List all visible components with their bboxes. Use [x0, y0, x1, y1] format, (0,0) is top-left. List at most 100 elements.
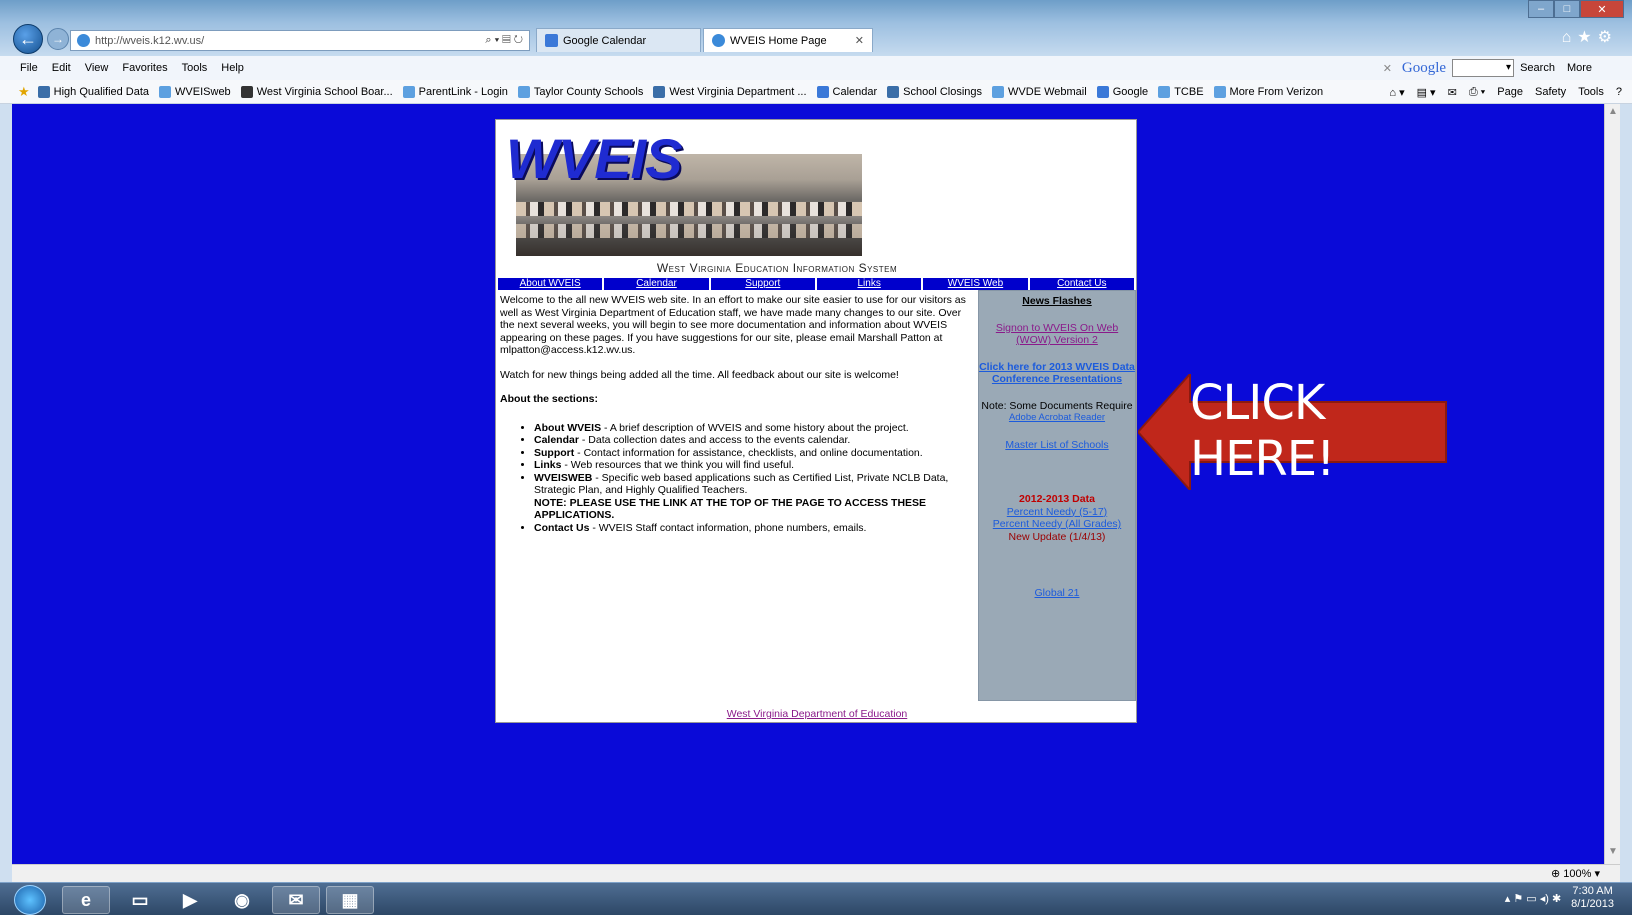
chrome-taskbar-icon[interactable]: ◉ — [218, 886, 266, 914]
start-button[interactable] — [14, 885, 46, 915]
menu-edit[interactable]: Edit — [52, 62, 71, 74]
system-tray: ▴ ⚑ ▭ ◂) ✱ 7:30 AM 8/1/2013 — [1505, 885, 1614, 911]
section-desc: - Data collection dates and access to th… — [578, 434, 851, 446]
home-menu-icon[interactable]: ⌂ ▾ — [1389, 86, 1404, 99]
fav-item[interactable]: More From Verizon — [1213, 85, 1323, 98]
address-tools-icon[interactable]: ⌕ ▾ ▤ ↻ — [485, 34, 523, 47]
photo-row — [516, 202, 862, 216]
zoom-level[interactable]: ⊕ 100% ▾ — [1551, 867, 1600, 880]
section-desc: - Web resources that we think you will f… — [561, 459, 795, 471]
fav-label: West Virginia School Boar... — [256, 85, 393, 98]
fav-item[interactable]: WVEISweb — [159, 85, 231, 98]
nav-links[interactable]: Links — [817, 278, 924, 290]
clock-time: 7:30 AM — [1572, 885, 1613, 897]
clock[interactable]: 7:30 AM 8/1/2013 — [1571, 885, 1614, 911]
fav-item[interactable]: ParentLink - Login — [402, 85, 508, 98]
signon-wow-link[interactable]: Signon to WVEIS On Web (WOW) Version 2 — [979, 322, 1135, 347]
google-toolbar: ✕ Google Search More — [1383, 56, 1632, 80]
tab-wveis-home[interactable]: WVEIS Home Page ✕ — [703, 28, 873, 52]
wveis-page: WVEIS West Virginia Education Informatio… — [495, 119, 1137, 723]
nav-support[interactable]: Support — [711, 278, 817, 290]
maximize-button[interactable]: □ — [1554, 0, 1580, 18]
fav-icon — [402, 85, 415, 98]
main-content: Welcome to the all new WVEIS web site. I… — [500, 294, 976, 534]
fav-item[interactable]: School Closings — [887, 85, 983, 98]
menu-help[interactable]: Help — [221, 62, 244, 74]
window-controls: – □ ✕ — [1528, 0, 1624, 18]
link-line: Signon to WVEIS On Web — [995, 321, 1119, 334]
section-desc: - Specific web based applications such a… — [534, 471, 949, 497]
list-item: Support - Contact information for assist… — [534, 447, 976, 460]
fav-icon — [240, 85, 253, 98]
watch-text: Watch for new things being added all the… — [500, 368, 899, 381]
scroll-down-icon[interactable]: ▼ — [1605, 846, 1621, 862]
nav-contact-us[interactable]: Contact Us — [1030, 278, 1134, 290]
fav-item[interactable]: Google — [1096, 85, 1149, 98]
conference-presentations-link[interactable]: Click here for 2013 WVEIS Data Conference… — [979, 361, 1135, 386]
taskbar: e ▭ ▶ ◉ ✉ ▦ ▴ ⚑ ▭ ◂) ✱ 7:30 AM 8/1/2013 — [0, 882, 1632, 915]
page-menu[interactable]: Page — [1497, 86, 1523, 98]
safety-menu[interactable]: Safety — [1535, 86, 1566, 98]
home-favorites-settings-icons[interactable]: ⌂★⚙ — [1562, 27, 1618, 47]
close-toolbar-icon[interactable]: ✕ — [1383, 62, 1392, 75]
fav-icon — [816, 85, 829, 98]
menu-favorites[interactable]: Favorites — [122, 62, 167, 74]
fav-icon — [887, 85, 900, 98]
nav-calendar[interactable]: Calendar — [604, 278, 711, 290]
ie-page-icon — [77, 34, 90, 47]
list-item: Links - Web resources that we think you … — [534, 459, 976, 472]
menu-tools[interactable]: Tools — [182, 62, 208, 74]
tab-google-calendar[interactable]: Google Calendar — [536, 28, 701, 52]
section-term: Contact Us — [534, 521, 590, 534]
close-window-button[interactable]: ✕ — [1580, 0, 1624, 18]
forward-button[interactable]: → — [47, 28, 69, 50]
nav-wveis-web[interactable]: WVEIS Web — [923, 278, 1030, 290]
calendar-favicon-icon — [545, 34, 558, 47]
print-icon[interactable]: ⎙ ▾ — [1469, 86, 1485, 99]
google-search-input[interactable] — [1452, 59, 1515, 77]
media-player-taskbar-icon[interactable]: ▶ — [166, 886, 214, 914]
fav-item[interactable]: Calendar — [816, 85, 877, 98]
list-item: Contact Us - WVEIS Staff contact informa… — [534, 522, 976, 535]
fav-item[interactable]: West Virginia Department ... — [653, 85, 807, 98]
fav-item[interactable]: West Virginia School Boar... — [240, 85, 393, 98]
global-21-link[interactable]: Global 21 — [979, 587, 1135, 600]
help-icon[interactable]: ? — [1616, 86, 1622, 98]
zoom-value: 100% — [1563, 868, 1592, 880]
fav-item[interactable]: High Qualified Data — [37, 85, 149, 98]
minimize-button[interactable]: – — [1528, 0, 1554, 18]
fav-label: TCBE — [1174, 85, 1204, 98]
command-bar: ⌂ ▾ ▤ ▾ ✉ ⎙ ▾ Page Safety Tools ? — [1377, 80, 1622, 104]
tools-menu[interactable]: Tools — [1578, 86, 1604, 98]
explorer-taskbar-icon[interactable]: ▭ — [116, 886, 164, 914]
wvde-footer-link[interactable]: West Virginia Department of Education — [496, 708, 1138, 720]
favorites-star-icon[interactable]: ★ — [18, 84, 30, 100]
app-taskbar-icon[interactable]: ▦ — [326, 886, 374, 914]
back-button[interactable]: ← — [13, 24, 43, 54]
link-line: (WOW) Version 2 — [1016, 334, 1098, 346]
ie-taskbar-icon[interactable]: e — [62, 886, 110, 914]
section-desc: - Contact information for assistance, ch… — [574, 446, 923, 459]
master-list-link[interactable]: Master List of Schools — [979, 439, 1135, 452]
fav-label: Google — [1112, 85, 1149, 98]
scroll-up-icon[interactable]: ▲ — [1605, 106, 1621, 122]
address-bar[interactable]: http://wveis.k12.wv.us/ ⌕ ▾ ▤ ↻ — [70, 30, 530, 51]
tray-icons[interactable]: ▴ ⚑ ▭ ◂) ✱ — [1505, 892, 1561, 905]
feeds-icon[interactable]: ▤ ▾ — [1417, 86, 1436, 99]
fav-label: School Closings — [903, 85, 983, 98]
mail-icon[interactable]: ✉ — [1448, 86, 1457, 99]
vertical-scrollbar[interactable]: ▲ ▼ — [1604, 104, 1620, 864]
fav-item[interactable]: TCBE — [1158, 85, 1204, 98]
google-more-button[interactable]: More — [1567, 62, 1592, 74]
outlook-taskbar-icon[interactable]: ✉ — [272, 886, 320, 914]
nav-about-wveis[interactable]: About WVEIS — [498, 278, 605, 290]
percent-needy-5-17-link[interactable]: Percent Needy (5-17) — [979, 506, 1135, 519]
menu-view[interactable]: View — [85, 62, 109, 74]
acrobat-reader-link[interactable]: Adobe Acrobat Reader — [979, 412, 1135, 425]
tab-close-icon[interactable]: ✕ — [855, 34, 864, 47]
menu-file[interactable]: File — [20, 62, 38, 74]
percent-needy-all-link[interactable]: Percent Needy (All Grades) — [979, 518, 1135, 531]
fav-item[interactable]: Taylor County Schools — [517, 85, 643, 98]
google-search-button[interactable]: Search — [1520, 62, 1555, 74]
fav-item[interactable]: WVDE Webmail — [992, 85, 1087, 98]
